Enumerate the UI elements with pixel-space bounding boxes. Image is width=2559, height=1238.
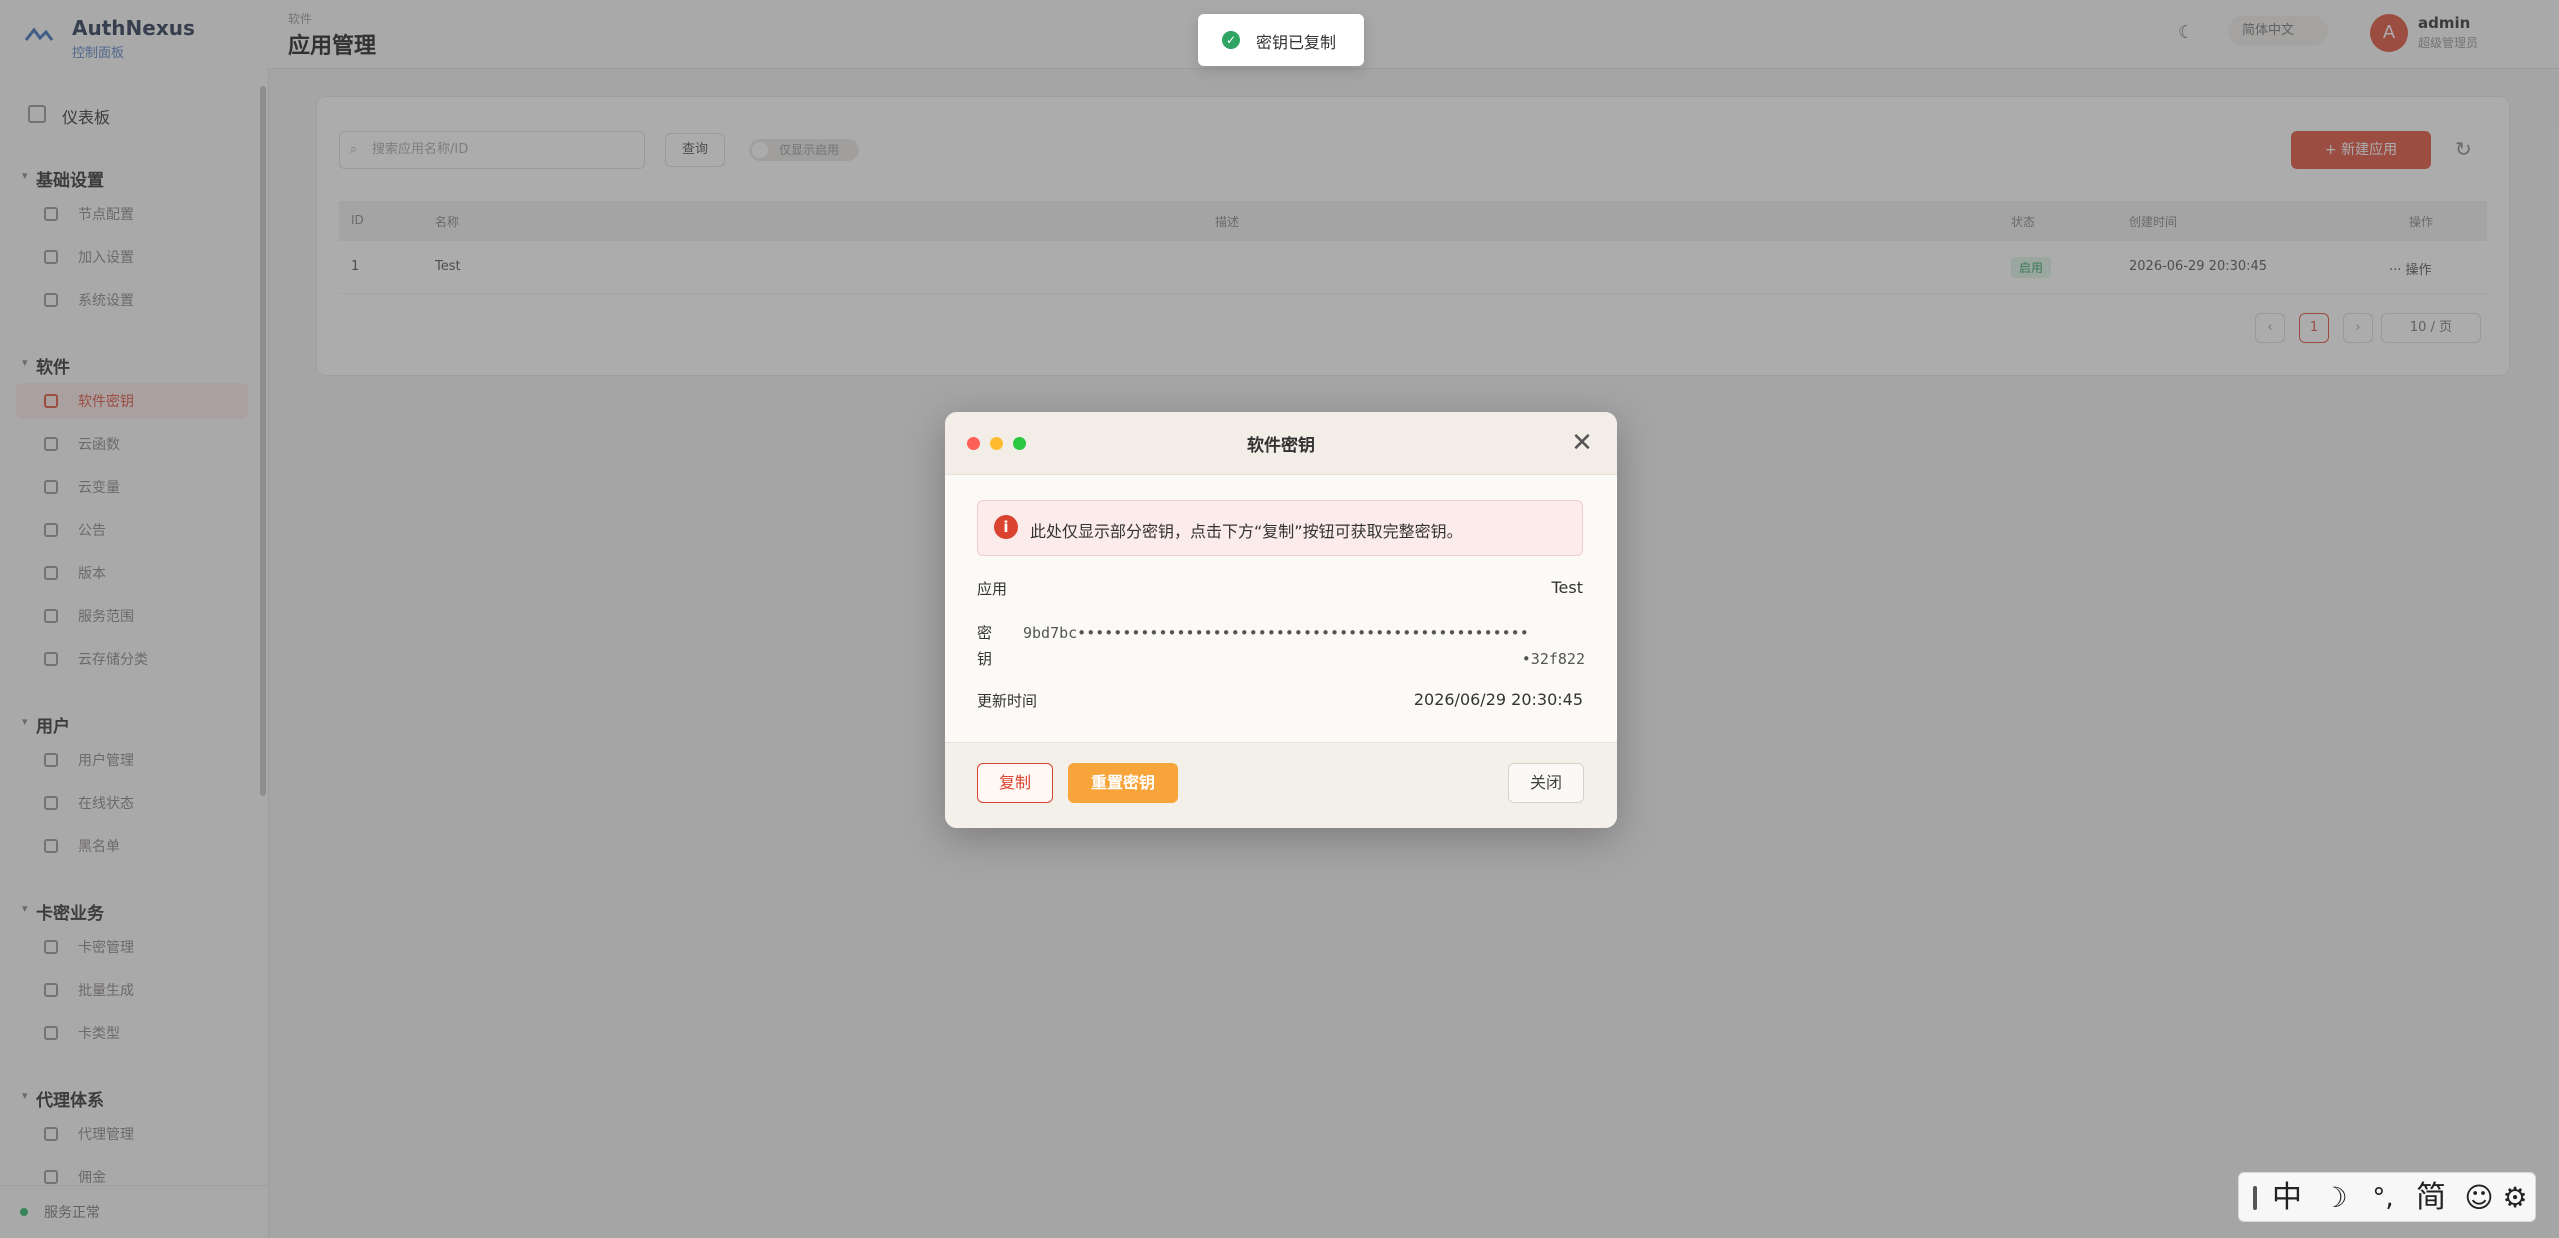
punctuation-icon[interactable]: °, [2363,1181,2403,1215]
partial-key-alert: i 此处仅显示部分密钥，点击下方“复制”按钮可获取完整密钥。 [977,500,1583,556]
masked-key-value: 9bd7bc••••••••••••••••••••••••••••••••••… [1023,620,1585,672]
dialog-header: 软件密钥 ✕ [945,412,1617,475]
dialog-footer: 复制 重置密钥 关闭 [945,742,1617,828]
reset-key-button[interactable]: 重置密钥 [1068,763,1178,803]
check-circle-icon: ✓ [1222,31,1240,49]
toast-message: 密钥已复制 [1256,33,1337,52]
ime-toolbar: 中 ☽ °, 简 ☺ ⚙ [2238,1172,2536,1222]
key-line-1: 9bd7bc••••••••••••••••••••••••••••••••••… [1023,624,1529,642]
software-key-dialog: 软件密钥 ✕ i 此处仅显示部分密钥，点击下方“复制”按钮可获取完整密钥。 应用… [945,412,1617,828]
ime-drag-handle[interactable] [2253,1186,2257,1210]
ime-simplified-mode[interactable]: 简 [2411,1181,2451,1215]
ime-chinese-mode[interactable]: 中 [2267,1181,2307,1215]
info-icon: i [994,515,1018,539]
updated-label: 更新时间 [977,692,1038,710]
key-line-2: •32f822 [1521,650,1585,668]
copy-button[interactable]: 复制 [977,763,1053,803]
copy-success-toast: ✓ 密钥已复制 [1198,14,1364,66]
close-icon[interactable]: ✕ [1565,426,1599,460]
app-value: Test [1551,578,1583,597]
gear-icon[interactable]: ⚙ [2495,1181,2535,1215]
emoji-icon[interactable]: ☺ [2459,1181,2499,1215]
updated-value: 2026/06/29 20:30:45 [1413,690,1583,709]
moon-icon[interactable]: ☽ [2315,1181,2355,1215]
alert-message: 此处仅显示部分密钥，点击下方“复制”按钮可获取完整密钥。 [1030,522,1463,541]
close-button[interactable]: 关闭 [1508,763,1584,803]
dialog-title: 软件密钥 [1247,436,1315,456]
key-label: 密钥 [977,624,993,668]
app-label: 应用 [977,580,1008,598]
